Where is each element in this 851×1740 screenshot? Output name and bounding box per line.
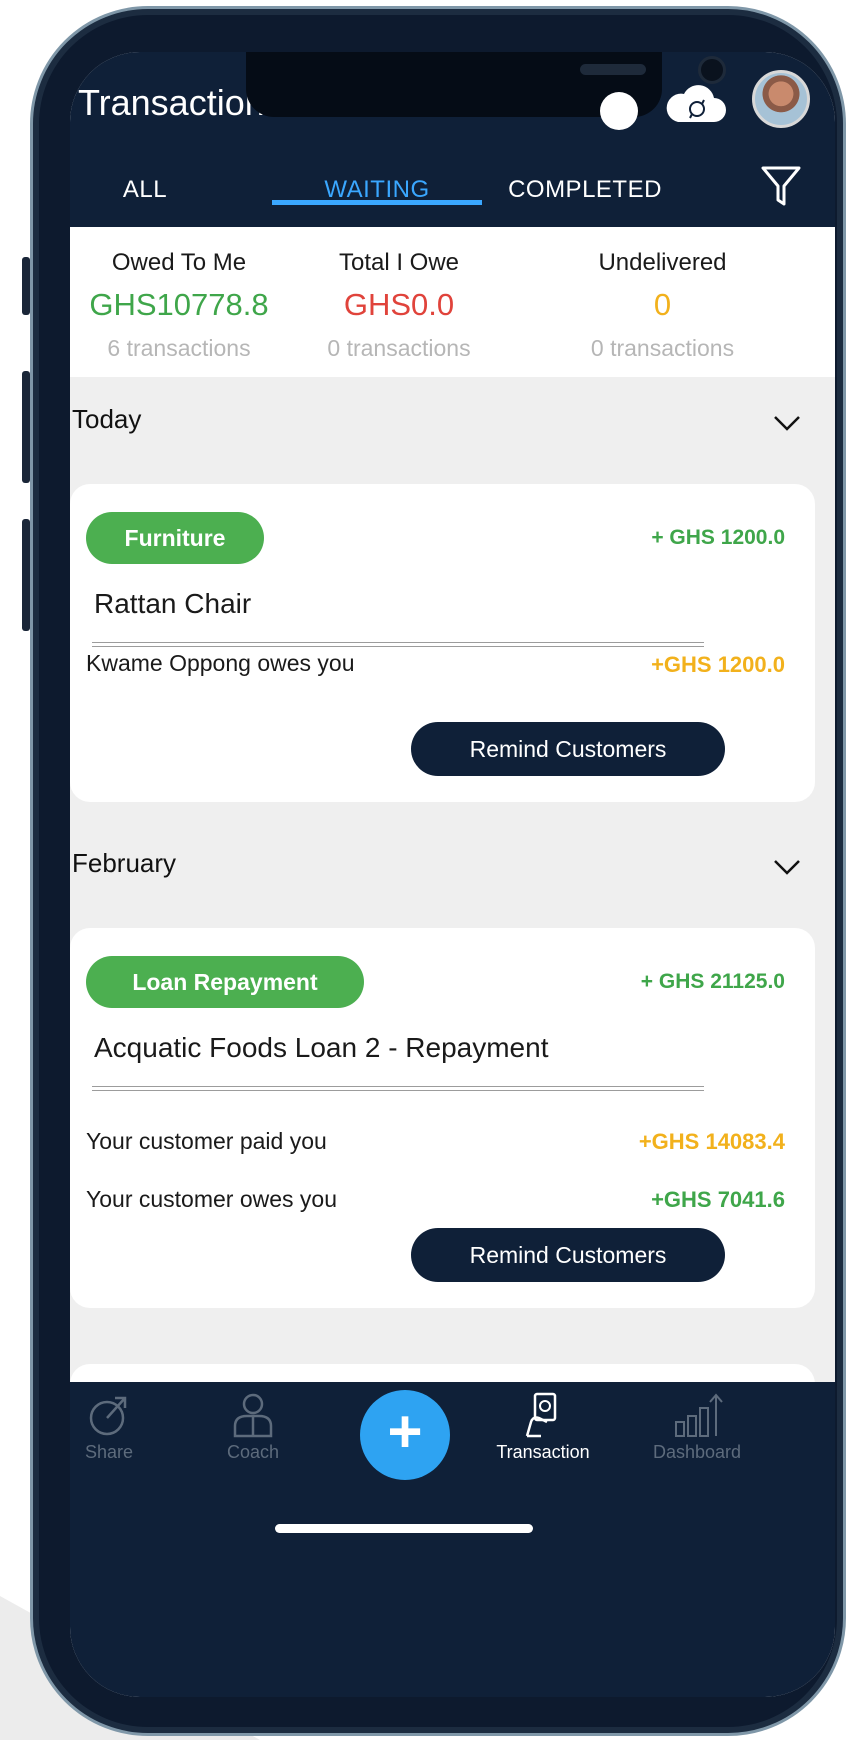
summary-owed-to-me: Owed To Me GHS10778.8 6 transactions xyxy=(70,227,294,362)
nav-label: Share xyxy=(84,1442,134,1462)
volume-up-button xyxy=(22,371,30,483)
nav-label: Coach xyxy=(226,1442,280,1462)
summary-value: GHS0.0 xyxy=(343,287,455,322)
share-icon xyxy=(89,1396,127,1436)
summary-panel: Owed To Me GHS10778.8 6 transactions Tot… xyxy=(70,227,835,377)
cloud-sync-icon[interactable] xyxy=(664,82,726,126)
card-divider xyxy=(92,1086,704,1091)
dashboard-icon xyxy=(675,1393,723,1437)
summary-count: 6 transactions xyxy=(107,335,251,361)
transaction-row-text: Your customer paid you xyxy=(86,1128,327,1154)
app-screen: Transactions ALL WAITING COMPLETED Owed … xyxy=(70,52,835,1697)
summary-count: 0 transactions xyxy=(327,335,471,361)
nav-label: Dashboard xyxy=(652,1442,742,1462)
mute-switch xyxy=(22,257,30,315)
tab-bar: ALL WAITING COMPLETED xyxy=(70,152,835,227)
transaction-row-amount: +GHS 1200.0 xyxy=(651,652,785,677)
summary-total-i-owe: Total I Owe GHS0.0 0 transactions xyxy=(284,227,514,362)
summary-label: Total I Owe xyxy=(338,249,460,276)
category-badge: Loan Repayment xyxy=(86,956,364,1008)
active-tab-indicator xyxy=(272,200,482,205)
nav-coach[interactable]: Coach xyxy=(188,1392,318,1463)
summary-undelivered: Undelivered 0 0 transactions xyxy=(530,227,795,362)
transaction-row-amount: +GHS 7041.6 xyxy=(651,1187,785,1212)
front-camera xyxy=(698,56,726,84)
app-header: Transactions ALL WAITING COMPLETED xyxy=(70,52,835,227)
tab-all[interactable]: ALL xyxy=(70,152,220,227)
category-badge: Furniture xyxy=(86,512,264,564)
section-title: Today xyxy=(72,404,142,434)
add-transaction-button[interactable]: + xyxy=(360,1390,450,1480)
transaction-row-text: Kwame Oppong owes you xyxy=(86,650,355,676)
speaker xyxy=(580,64,646,75)
transaction-amount: + GHS 1200.0 xyxy=(651,526,785,549)
coach-icon xyxy=(233,1393,273,1438)
transaction-card[interactable]: Loan Repayment + GHS 21125.0 Acquatic Fo… xyxy=(70,928,815,1308)
chevron-down-icon[interactable] xyxy=(771,406,803,438)
status-indicator xyxy=(600,92,638,130)
summary-value: 0 xyxy=(653,287,672,322)
remind-customers-button[interactable]: Remind Customers xyxy=(411,722,725,776)
section-header-february[interactable]: February xyxy=(70,836,835,896)
nav-dashboard[interactable]: Dashboard xyxy=(632,1392,762,1463)
transaction-amount: + GHS 21125.0 xyxy=(640,970,785,993)
user-avatar[interactable] xyxy=(752,70,810,128)
transaction-name: Rattan Chair xyxy=(94,588,252,619)
chevron-down-icon[interactable] xyxy=(771,850,803,882)
transaction-card[interactable]: Furniture + GHS 1200.0 Rattan Chair Kwam… xyxy=(70,484,815,802)
transaction-row-amount: +GHS 14083.4 xyxy=(638,1129,785,1154)
summary-value: GHS10778.8 xyxy=(89,287,269,322)
summary-label: Owed To Me xyxy=(111,249,247,276)
nav-share[interactable]: Share xyxy=(70,1392,174,1463)
section-header-today[interactable]: Today xyxy=(70,392,835,452)
filter-icon[interactable] xyxy=(760,164,802,208)
nav-transaction[interactable]: Transaction xyxy=(478,1392,608,1463)
summary-count: 0 transactions xyxy=(590,335,735,361)
summary-label: Undelivered xyxy=(598,249,727,276)
tab-waiting[interactable]: WAITING xyxy=(272,152,482,227)
transaction-icon xyxy=(525,1392,557,1438)
transaction-name: Acquatic Foods Loan 2 - Repayment xyxy=(94,1032,549,1063)
bottom-navigation: Share Coach + Transaction Dashboard xyxy=(70,1382,835,1697)
card-divider xyxy=(92,642,704,647)
volume-down-button xyxy=(22,519,30,631)
nav-label: Transaction xyxy=(496,1442,590,1462)
transaction-row-text: Your customer owes you xyxy=(86,1186,338,1212)
home-indicator xyxy=(275,1524,533,1533)
remind-customers-button[interactable]: Remind Customers xyxy=(411,1228,725,1282)
tab-completed[interactable]: COMPLETED xyxy=(490,152,680,227)
section-title: February xyxy=(72,848,177,878)
